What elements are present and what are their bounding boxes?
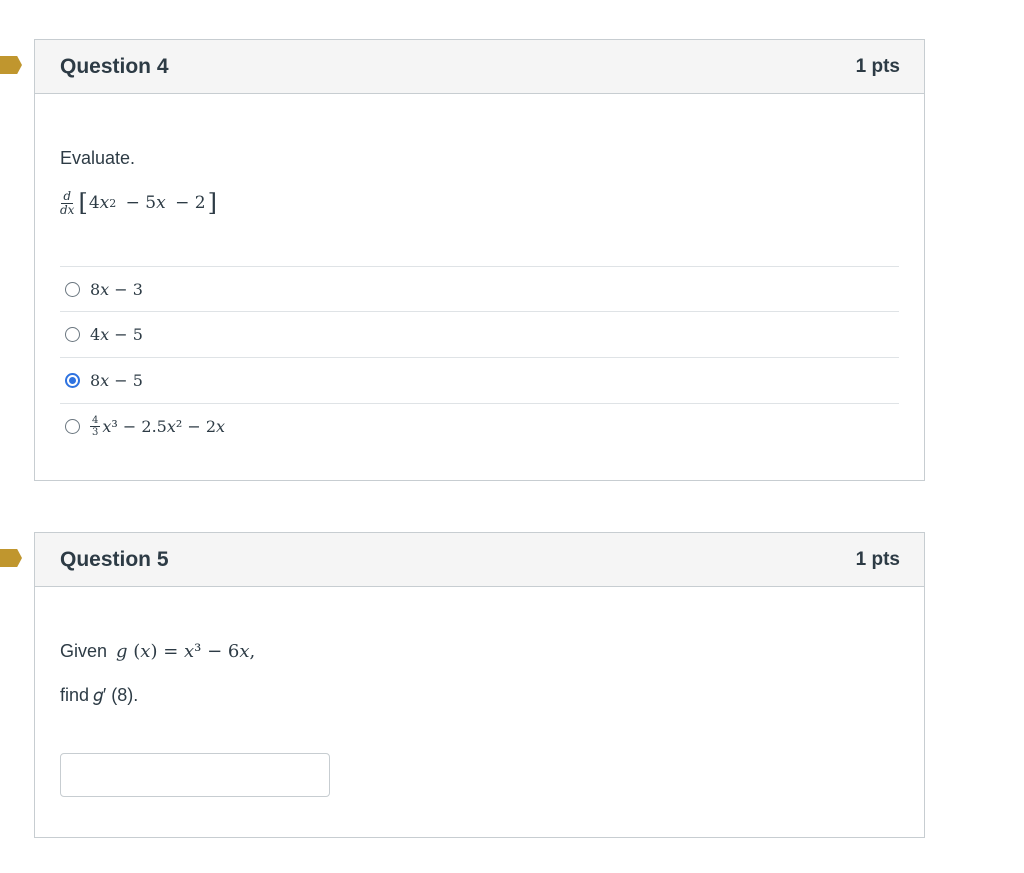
answer-option-4[interactable]: 4 3 𝑥³ − 2.5𝑥² − 2𝑥 [60,403,899,449]
question-4-header: Question 4 1 pts [35,40,924,94]
answer-label: 4𝑥 − 5 [90,325,143,344]
answer-input[interactable] [60,753,330,797]
expr-term-c: − 2 [169,193,206,213]
find-label: find [60,685,90,705]
question-title: Question 4 [60,54,169,78]
expr-exponent: 2 [109,196,117,210]
question-5-flag-icon[interactable] [0,549,22,567]
question-5-header: Question 5 1 pts [35,533,924,587]
fraction: 4 3 [90,415,101,438]
derivative-numerator: d [61,188,74,204]
answer-option-1[interactable]: 8𝑥 − 3 [60,266,899,311]
answer-label: 8𝑥 − 3 [90,279,143,299]
fraction-denominator: 3 [92,427,99,438]
derivative-expression: d dx [ 4x2 − 5x − 2 ] [60,189,217,217]
expr-var-x-2: x [156,193,166,213]
question-given-line: Given 𝑔 (𝑥) = 𝑥³ − 6𝑥, [60,641,255,662]
bracket-open: [ [78,189,88,217]
radio-button[interactable] [65,281,80,297]
derivative-operator: d dx [60,188,75,217]
find-expression: 𝑔′ (8). [93,685,139,705]
answer-list: 8𝑥 − 3 4𝑥 − 5 8𝑥 − 5 4 3 𝑥³ − 2.5𝑥² − 2𝑥 [60,266,899,449]
question-5-card: Question 5 1 pts Given 𝑔 (𝑥) = 𝑥³ − 6𝑥, … [34,532,925,838]
question-prompt: Evaluate. [60,148,136,168]
question-find-line: find 𝑔′ (8). [60,685,138,706]
answer-option-2[interactable]: 4𝑥 − 5 [60,311,899,357]
expr-term-b: − 5 [120,193,157,213]
radio-button-selected[interactable] [65,373,80,388]
question-title: Question 5 [60,547,169,571]
answer-label: 4 3 𝑥³ − 2.5𝑥² − 2𝑥 [90,415,225,438]
bracket-close: ] [207,189,217,217]
question-points: 1 pts [855,548,900,570]
given-expression: 𝑔 (𝑥) = 𝑥³ − 6𝑥, [116,641,256,662]
radio-button[interactable] [65,327,80,342]
expr-term-a: 4 [88,193,100,213]
given-label: Given [60,641,108,661]
fraction-numerator: 4 [90,415,101,427]
question-4-flag-icon[interactable] [0,56,22,74]
answer-option-3[interactable]: 8𝑥 − 5 [60,357,899,403]
question-4-card: Question 4 1 pts Evaluate. d dx [ 4x2 − … [34,39,925,481]
radio-button[interactable] [65,419,80,434]
expr-var-x: x [99,193,110,213]
answer-rest: 𝑥³ − 2.5𝑥² − 2𝑥 [102,417,226,436]
answer-label: 8𝑥 − 5 [90,371,143,390]
derivative-denominator: dx [60,202,75,217]
question-points: 1 pts [855,55,900,77]
